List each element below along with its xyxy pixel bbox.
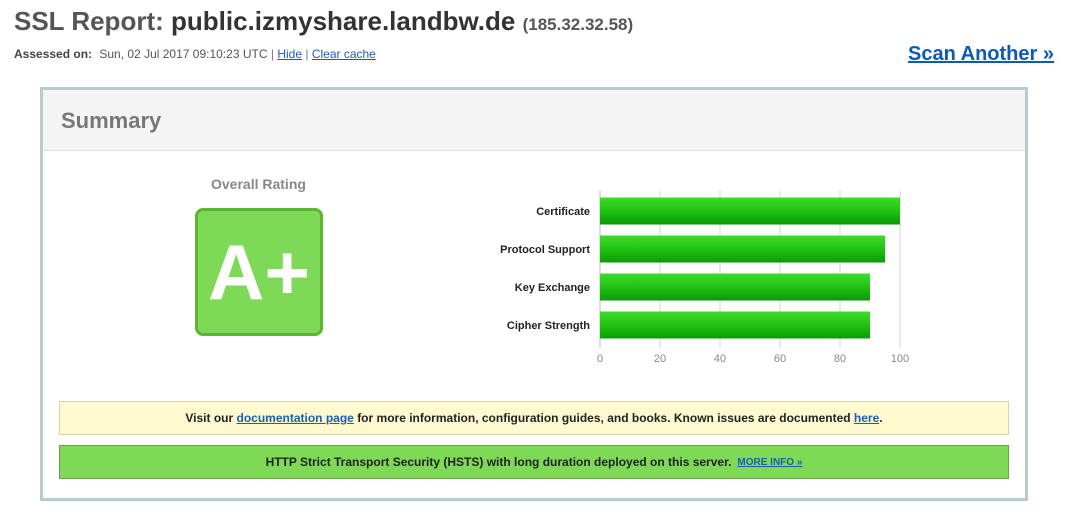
bar-key-exchange — [600, 273, 870, 301]
doc-suffix: . — [879, 411, 883, 425]
category-label: Cipher Strength — [507, 320, 590, 332]
hsts-text: HTTP Strict Transport Security (HSTS) wi… — [265, 455, 732, 469]
overall-rating-label: Overall Rating — [211, 176, 306, 192]
scan-another-link[interactable]: Scan Another » — [908, 43, 1054, 66]
summary-title: Summary — [61, 108, 162, 133]
known-issues-link[interactable]: here — [854, 411, 879, 425]
hsts-notice: HTTP Strict Transport Security (HSTS) wi… — [59, 445, 1009, 479]
page-title: SSL Report: public.izmyshare.landbw.de (… — [14, 6, 633, 37]
separator: | — [305, 47, 309, 61]
grade-badge: A+ — [195, 208, 323, 336]
clear-cache-link[interactable]: Clear cache — [312, 47, 376, 61]
doc-middle: for more information, configuration guid… — [357, 411, 851, 425]
assessed-info: Assessed on: Sun, 02 Jul 2017 09:10:23 U… — [14, 47, 376, 61]
documentation-notice: Visit our documentation page for more in… — [59, 401, 1009, 435]
ip-address: (185.32.32.58) — [522, 15, 634, 34]
hsts-more-info-link[interactable]: MORE INFO » — [737, 457, 802, 468]
assessed-label: Assessed on: — [14, 47, 93, 61]
rating-chart-svg: 0 20 40 60 80 100 Certificate Protocol Support K… — [500, 190, 909, 365]
hide-link[interactable]: Hide — [277, 47, 302, 61]
category-label: Protocol Support — [500, 244, 590, 256]
x-tick-label: 0 — [597, 353, 603, 365]
assessed-timestamp: Sun, 02 Jul 2017 09:10:23 UTC — [99, 47, 268, 61]
title-label: SSL Report: — [14, 6, 164, 36]
bar-protocol-support — [600, 235, 885, 263]
x-tick-label: 100 — [891, 353, 909, 365]
x-tick-label: 20 — [654, 353, 666, 365]
doc-prefix: Visit our — [185, 411, 234, 425]
category-label: Certificate — [536, 206, 590, 218]
summary-panel: Summary Overall Rating A+ 0 20 40 60 80 100 Ce… — [40, 87, 1028, 501]
category-label: Key Exchange — [515, 282, 590, 294]
x-tick-label: 60 — [774, 353, 786, 365]
rating-chart: 0 20 40 60 80 100 Certificate Protocol Support K… — [483, 186, 923, 376]
separator: | — [270, 47, 274, 61]
hostname: public.izmyshare.landbw.de — [171, 6, 516, 36]
x-tick-label: 40 — [714, 353, 726, 365]
x-tick-label: 80 — [834, 353, 846, 365]
documentation-link[interactable]: documentation page — [237, 411, 354, 425]
summary-header: Summary — [43, 90, 1025, 151]
bar-cipher-strength — [600, 311, 870, 339]
grade-value: A+ — [208, 228, 310, 316]
bar-certificate — [600, 197, 900, 225]
